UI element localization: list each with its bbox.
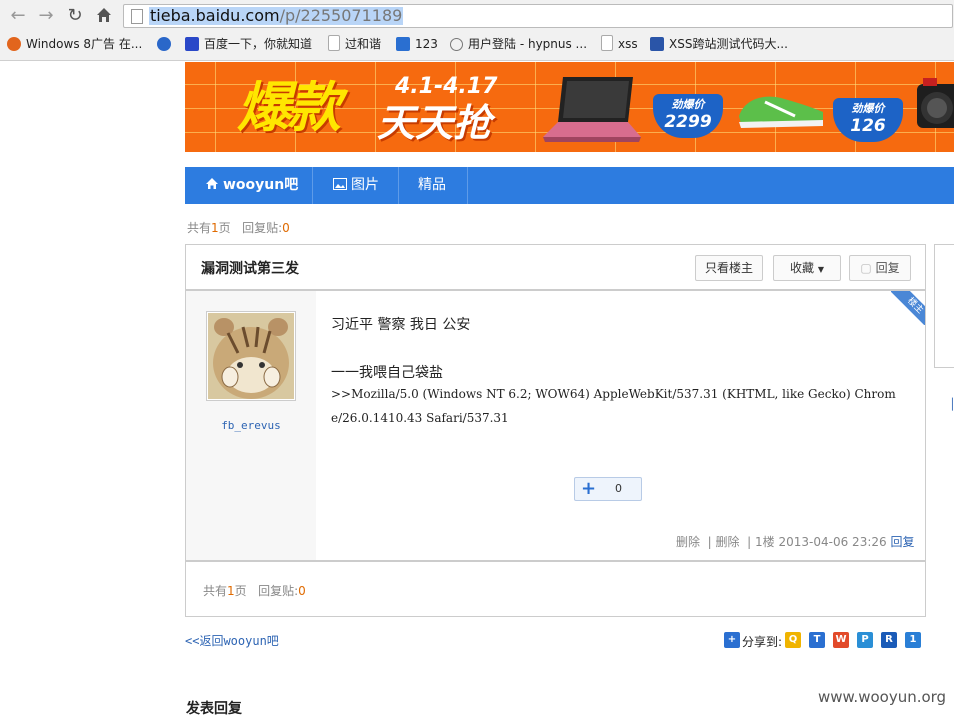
leaf-icon	[450, 38, 463, 51]
url-path: /p/2255071189	[279, 6, 403, 25]
delete-link-2[interactable]: 删除	[716, 535, 740, 549]
bookmark-hypnus[interactable]: 用户登陆 - hypnus ...	[450, 34, 587, 54]
thread-title: 漏洞测试第三发	[201, 261, 299, 277]
right-sidebar	[934, 244, 954, 368]
nav-best[interactable]: 精品	[418, 167, 446, 204]
home-icon[interactable]	[94, 6, 114, 26]
post-line-4: e/26.0.1410.43 Safari/537.31	[331, 411, 509, 425]
forum-nav-bar: wooyun吧 图片 精品	[185, 167, 954, 204]
only-owner-button[interactable]: 只看楼主	[695, 255, 763, 281]
address-bar[interactable]: tieba.baidu.com/p/2255071189	[123, 4, 953, 28]
delete-link-1[interactable]: 删除	[676, 535, 700, 549]
bookmark-xss-code[interactable]: XSS跨站测试代码大...	[650, 34, 788, 54]
floor-number: 1楼	[755, 535, 775, 549]
baidu-paw-icon	[185, 37, 199, 51]
share-label: 分享到:	[742, 635, 783, 649]
watermark: www.wooyun.org	[818, 688, 947, 706]
back-to-forum-link[interactable]: <<返回wooyun吧	[185, 632, 279, 649]
tieba-share-icon[interactable]: T	[809, 632, 825, 648]
page-icon	[601, 35, 613, 51]
bookmark-globe[interactable]	[157, 34, 176, 54]
reload-icon[interactable]: ↻	[65, 6, 85, 26]
qzone-share-icon[interactable]: Q	[785, 632, 801, 648]
weibo-share-icon[interactable]: W	[833, 632, 849, 648]
browser-toolbar: ← → ↻ tieba.baidu.com/p/2255071189 Windo…	[0, 0, 954, 61]
post-line-3: >>Mozilla/5.0 (Windows NT 6.2; WOW64) Ap…	[331, 387, 896, 401]
home-icon	[206, 178, 218, 189]
url-host: tieba.baidu.com	[150, 6, 280, 25]
nav-pics[interactable]: 图片	[333, 167, 379, 204]
reply-section-heading: 发表回复	[186, 701, 242, 717]
reply-link[interactable]: 回复	[890, 535, 914, 549]
bookmark-baidu[interactable]: 百度一下，你就知道	[185, 34, 312, 54]
camera-image	[917, 78, 954, 128]
bookmark-windows8[interactable]: Windows 8广告 在...	[7, 34, 142, 54]
banner-date: 4.1-4.17	[395, 74, 498, 99]
page-icon	[131, 9, 143, 24]
renren-share-icon[interactable]: R	[881, 632, 897, 648]
favorite-button[interactable]: 收藏 ▼	[773, 255, 841, 281]
owner-ribbon: 楼主	[891, 291, 925, 325]
ad-banner[interactable]: 爆款 4.1-4.17 天天抢 劲爆价 2299 劲爆价 126	[185, 62, 954, 152]
sidebar-text: │	[949, 398, 954, 411]
price-tag-1: 劲爆价 2299	[653, 94, 723, 138]
upvote-count: 0	[615, 482, 622, 495]
shoe-image	[739, 96, 823, 128]
picture-icon	[333, 178, 347, 190]
bookmark-favicon-icon	[7, 37, 21, 51]
author-username[interactable]: fb_erevus	[186, 419, 316, 432]
bookmark-123[interactable]: 123	[396, 34, 438, 54]
page-stats-bottom: 共有1页 回复贴:0	[203, 584, 306, 598]
laptop-image	[543, 77, 641, 142]
page-icon	[328, 35, 340, 51]
speech-bubble-icon: ▢	[860, 261, 872, 275]
hamster-avatar-image	[208, 313, 294, 399]
bookmark-xss-code-icon	[650, 37, 664, 51]
share-plus-icon: +	[724, 632, 740, 648]
nav-home[interactable]: wooyun吧	[205, 167, 298, 204]
bookmark-guohexie[interactable]: 过和谐	[328, 34, 381, 54]
back-arrow-icon[interactable]: ←	[8, 6, 28, 26]
plus-icon: +	[581, 478, 597, 499]
bookmark-123-icon	[396, 37, 410, 51]
kaixin-share-icon[interactable]: 1	[905, 632, 921, 648]
bookmark-xss[interactable]: xss	[601, 34, 638, 54]
upvote-button[interactable]: + 0	[574, 477, 642, 501]
reply-button[interactable]: ▢ 回复	[849, 255, 911, 281]
thread-panel: 漏洞测试第三发 只看楼主 收藏 ▼ ▢ 回复 fb_erevus 楼主 习近平 …	[185, 244, 926, 617]
globe-icon	[157, 37, 171, 51]
forward-arrow-icon[interactable]: →	[36, 6, 56, 26]
post-meta: 删除 | 删除 | 1楼 2013-04-06 23:26 回复	[676, 535, 915, 549]
banner-headline: 爆款	[237, 76, 341, 139]
banner-subtitle: 天天抢	[377, 101, 492, 145]
post-line-1: 习近平 警察 我日 公安	[331, 317, 471, 333]
caret-down-icon: ▼	[817, 265, 824, 274]
post-line-2: 一一我喂自己袋盐	[331, 365, 443, 381]
avatar[interactable]	[206, 311, 296, 401]
post-time: 2013-04-06 23:26	[778, 535, 887, 549]
tencent-share-icon[interactable]: P	[857, 632, 873, 648]
author-column: fb_erevus	[186, 291, 316, 560]
price-tag-2: 劲爆价 126	[833, 98, 903, 142]
page-stats-top: 共有1页 回复贴:0	[187, 221, 290, 235]
